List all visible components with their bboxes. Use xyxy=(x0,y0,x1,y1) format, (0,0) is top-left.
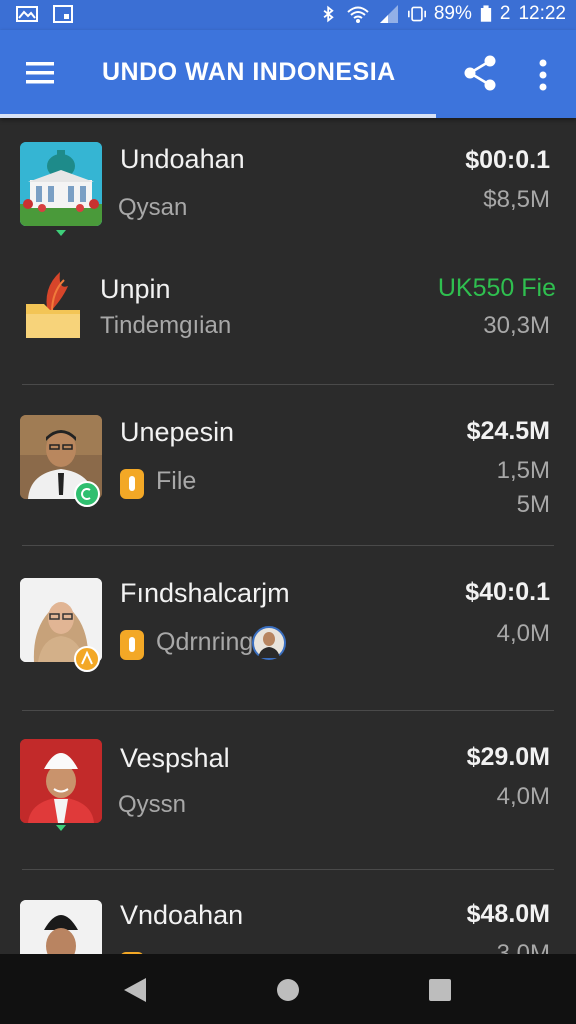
home-icon[interactable] xyxy=(274,976,302,1004)
item-name: Fındshalcarjm xyxy=(120,578,290,608)
item-list: Undoahan Qysan $00:0.1 $8,5M Unpin Tinde… xyxy=(0,118,576,954)
item-size: $8,5M xyxy=(483,186,550,213)
file-badge-icon xyxy=(120,630,144,660)
clock: 12:22 xyxy=(518,3,566,24)
screenshot-icon xyxy=(53,5,73,23)
app-title: UNDO WAN INDONESIA xyxy=(102,58,396,86)
item-subtitle: Qysan xyxy=(118,194,188,221)
item-price: $48.0M xyxy=(466,900,550,928)
bluetooth-icon xyxy=(323,5,334,23)
building-thumbnail xyxy=(20,142,102,226)
item-size: 1,5M xyxy=(496,457,550,484)
person-portrait xyxy=(20,900,102,954)
more-vert-icon[interactable] xyxy=(532,56,554,94)
share-icon[interactable] xyxy=(462,54,498,92)
item-name: Undoahan xyxy=(120,144,245,174)
file-badge-icon xyxy=(120,469,144,499)
item-price: $40:0.1 xyxy=(465,578,550,606)
item-name: Unpin xyxy=(100,274,171,304)
status-bar: 89% 2 12:22 xyxy=(0,0,576,30)
item-name: Vndoahan xyxy=(120,900,244,930)
list-item[interactable]: Fındshalcarjm Qdrnring $40:0.1 4,0M xyxy=(0,546,576,710)
selected-marker xyxy=(56,825,66,831)
avatar xyxy=(252,626,286,660)
item-price: $29.0M xyxy=(466,743,550,771)
gallery-icon xyxy=(16,6,38,22)
item-subtitle: Qyssn xyxy=(118,791,187,818)
item-subtitle: File xyxy=(156,467,197,495)
list-item[interactable]: Vespshal Qyssn $29.0M 4,0M xyxy=(0,711,576,869)
item-size: 4,0M xyxy=(496,620,550,647)
app-bar: UNDO WAN INDONESIA xyxy=(0,30,576,118)
menu-icon[interactable] xyxy=(26,60,56,86)
list-item[interactable]: Unpin Tindemgıian UK550 Fie 30,3M xyxy=(0,248,576,384)
selected-marker xyxy=(56,230,66,236)
item-subtitle: Tindemgıian xyxy=(100,312,232,339)
item-status-label: UK550 Fie xyxy=(437,274,556,302)
item-name: Unepesin xyxy=(120,417,235,447)
item-price: $24.5M xyxy=(466,417,550,445)
recents-icon[interactable] xyxy=(428,978,452,1002)
status-badge-icon xyxy=(74,481,100,507)
signal-icon xyxy=(379,5,398,23)
wifi-icon xyxy=(347,6,369,23)
item-size: 3,0M xyxy=(496,940,550,954)
battery-percent: 89% xyxy=(433,3,472,24)
item-size: 4,0M xyxy=(496,783,550,810)
list-item[interactable]: Undoahan Qysan $00:0.1 $8,5M xyxy=(0,118,576,248)
person-portrait xyxy=(20,739,102,823)
back-icon[interactable] xyxy=(122,976,148,1004)
vibrate-icon xyxy=(407,6,426,22)
item-size: 30,3M xyxy=(483,312,550,339)
folder-feather-icon xyxy=(26,272,80,338)
list-item[interactable]: Vndoahan $48.0M 3,0M xyxy=(0,870,576,954)
item-subtitle: Qdrnring xyxy=(156,628,254,656)
sim-slot: 2 xyxy=(499,3,511,24)
item-price: $00:0.1 xyxy=(465,146,550,174)
list-item[interactable]: Unepesin File $24.5M 1,5M 5M xyxy=(0,385,576,545)
status-badge-icon xyxy=(74,646,100,672)
item-size-secondary: 5M xyxy=(516,491,550,518)
navigation-bar xyxy=(0,954,576,1024)
item-name: Vespshal xyxy=(120,743,230,773)
battery-icon xyxy=(480,5,492,22)
